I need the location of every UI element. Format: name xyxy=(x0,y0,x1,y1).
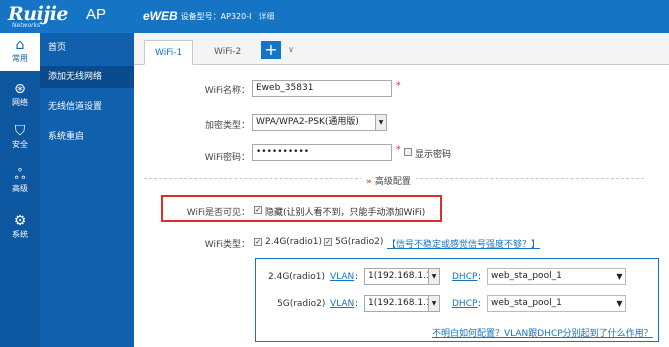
colon: : xyxy=(478,299,482,309)
hidden-label: 隐藏(让别人看不到，只能手动添加WiFi) xyxy=(265,208,426,218)
home-icon: ⌂ xyxy=(15,37,25,53)
tab-wifi-1[interactable]: WiFi-1 xyxy=(144,40,194,65)
nav-common[interactable]: ⌂ 常用 xyxy=(0,33,40,71)
nav-security-label: 安全 xyxy=(12,140,28,149)
colon: : xyxy=(355,272,359,282)
tab-wifi-2[interactable]: WiFi-2 xyxy=(204,40,251,65)
sidebar-item-reboot[interactable]: 系统重启 xyxy=(40,126,134,148)
nav-security[interactable]: ⛉ 安全 xyxy=(0,123,40,157)
ssid-input[interactable]: Eweb_35831 xyxy=(252,80,392,97)
radio1-vlan-link[interactable]: VLAN xyxy=(330,272,354,282)
config-help-link[interactable]: 不明白如何配置？VLAN跟DHCP分别起到了什么作用？ xyxy=(432,326,653,339)
show-password-checkbox[interactable] xyxy=(404,148,412,156)
required-mark: * xyxy=(396,81,401,91)
radio2-dhcp-link[interactable]: DHCP xyxy=(452,299,477,309)
brand-subtitle: Networks xyxy=(12,22,41,29)
dropdown-arrow-icon: ▼ xyxy=(428,296,439,311)
sidebar-item-channel[interactable]: 无线信道设置 xyxy=(40,96,134,118)
sidebar-item-add-wifi[interactable]: 添加无线网络 xyxy=(40,66,134,88)
required-mark: * xyxy=(396,145,401,155)
radio2-label: 5G(radio2) xyxy=(335,237,384,247)
dropdown-arrow-icon: ▼ xyxy=(428,269,439,284)
sidebar-icon-column: ⌂ 常用 ⊛ 网络 ⛉ 安全 ஃ 高级 ⚙ 系统 xyxy=(0,33,40,347)
dropdown-arrow-icon: ▼ xyxy=(375,115,386,130)
globe-icon: ⊛ xyxy=(14,81,26,97)
nav-advanced[interactable]: ஃ 高级 xyxy=(0,167,40,201)
radio1-dhcp-value: web_sta_pool_1 xyxy=(491,271,562,281)
eweb-logo: eWEB xyxy=(143,9,178,23)
chevron-down-icon[interactable]: ∨ xyxy=(284,43,298,57)
ssid-label: WiFi名称： xyxy=(204,86,250,96)
gear-icon: ⚙ xyxy=(13,213,27,229)
radio1-name: 2.4G(radio1) xyxy=(268,272,325,282)
nav-network[interactable]: ⊛ 网络 xyxy=(0,81,40,115)
add-tab-button[interactable]: + xyxy=(261,41,281,59)
sidebar-item-home[interactable]: 首页 xyxy=(40,37,134,59)
device-model: 设备型号：AP320-I xyxy=(180,11,252,21)
wifi-tabs: WiFi-1 WiFi-2 + ∨ xyxy=(134,33,669,65)
dropdown-arrow-icon: ▼ xyxy=(614,296,625,311)
radio2-vlan-link[interactable]: VLAN xyxy=(330,299,354,309)
radio1-checkbox[interactable]: ✓ xyxy=(254,238,262,246)
colon: : xyxy=(355,299,359,309)
radio1-vlan-value: 1(192.168.1.1) xyxy=(368,271,436,281)
nav-common-label: 常用 xyxy=(12,54,28,63)
signal-help-link[interactable]: 【信号不稳定或感觉信号强度不够？】 xyxy=(387,237,540,250)
users-icon: ஃ xyxy=(14,167,26,183)
ruijie-logo: Ruijie Networks AP xyxy=(8,3,106,29)
sidebar: ⌂ 常用 ⊛ 网络 ⛉ 安全 ஃ 高级 ⚙ 系统 首页 添加无线网络 无线信道设… xyxy=(0,33,134,347)
radio1-dhcp-link[interactable]: DHCP xyxy=(452,272,477,282)
radio2-name: 5G(radio2) xyxy=(277,299,326,309)
radio2-vlan-select[interactable]: 1(192.168.1.1) ▼ xyxy=(364,295,440,312)
colon: : xyxy=(478,272,482,282)
radio1-vlan-select[interactable]: 1(192.168.1.1) ▼ xyxy=(364,268,440,285)
password-label: WiFi密码： xyxy=(204,153,250,163)
top-bar: Ruijie Networks AP eWEB 设备型号：AP320-I 详细 xyxy=(0,0,669,33)
encryption-select[interactable]: WPA/WPA2-PSK(通用版) ▼ xyxy=(252,114,387,131)
nav-advanced-label: 高级 xyxy=(12,184,28,193)
nav-system[interactable]: ⚙ 系统 xyxy=(0,213,40,247)
password-input[interactable]: •••••••••• xyxy=(252,144,392,161)
main-content: WiFi-1 WiFi-2 + ∨ WiFi名称： Eweb_35831 * 加… xyxy=(134,33,669,347)
nav-system-label: 系统 xyxy=(12,230,28,239)
shield-icon: ⛉ xyxy=(14,123,26,139)
double-chevron-down-icon: » xyxy=(366,177,372,187)
radio2-dhcp-select[interactable]: web_sta_pool_1 ▼ xyxy=(487,295,626,312)
product-name: AP xyxy=(86,6,107,23)
detail-link[interactable]: 详细 xyxy=(258,11,274,22)
hidden-checkbox[interactable]: ✓ xyxy=(254,206,262,214)
radio1-dhcp-select[interactable]: web_sta_pool_1 ▼ xyxy=(487,268,626,285)
dropdown-arrow-icon: ▼ xyxy=(614,269,625,284)
advanced-toggle[interactable]: » 高级配置 xyxy=(361,174,416,187)
radio2-checkbox[interactable]: ✓ xyxy=(324,238,332,246)
advanced-label: 高级配置 xyxy=(374,177,411,187)
eweb-header: eWEB 设备型号：AP320-I 详细 xyxy=(143,9,274,23)
encryption-label: 加密类型： xyxy=(204,121,250,131)
radio2-vlan-value: 1(192.168.1.1) xyxy=(368,298,436,308)
show-password-label: 显示密码 xyxy=(415,150,452,160)
encryption-value: WPA/WPA2-PSK(通用版) xyxy=(256,117,359,127)
radio-config-panel: 2.4G(radio1) VLAN : 1(192.168.1.1) ▼ DHC… xyxy=(255,258,659,342)
nav-network-label: 网络 xyxy=(12,98,28,107)
visibility-label: WiFi是否可见： xyxy=(186,208,250,218)
wifi-type-label: WiFi类型： xyxy=(204,240,250,250)
radio2-dhcp-value: web_sta_pool_1 xyxy=(491,298,562,308)
radio1-label: 2.4G(radio1) xyxy=(265,237,322,247)
